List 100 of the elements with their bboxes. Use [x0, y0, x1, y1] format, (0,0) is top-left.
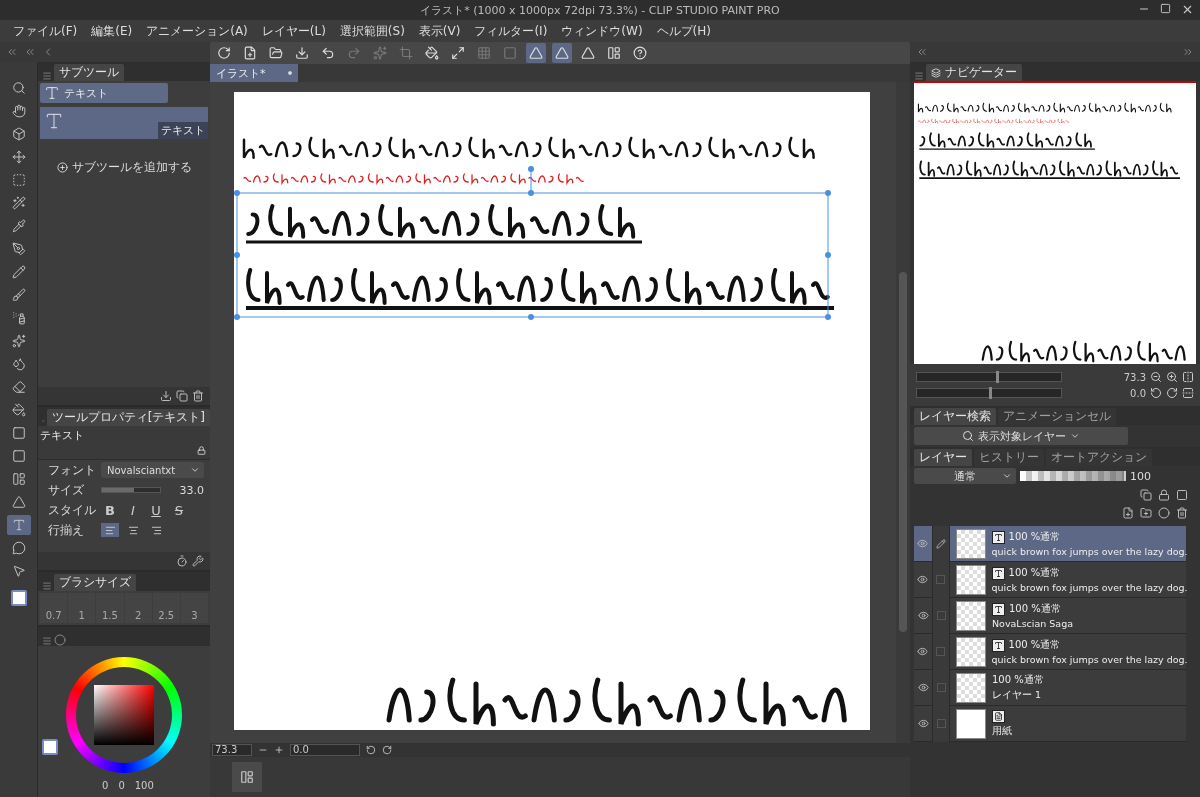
chevron-down-icon[interactable]	[1070, 431, 1080, 441]
brush-size-preset[interactable]: 2.5	[152, 593, 180, 623]
flip-icon[interactable]	[1182, 371, 1194, 383]
new-folder-icon[interactable]	[1140, 507, 1152, 519]
tool-button[interactable]	[6, 515, 31, 535]
zoom-out-icon[interactable]	[1150, 371, 1162, 383]
square-icon[interactable]	[1176, 489, 1188, 501]
checkbox[interactable]	[936, 575, 946, 584]
menu-item[interactable]: 表示(V)	[411, 22, 468, 40]
scrollbar-thumb[interactable]	[899, 272, 907, 632]
rotate-left-icon[interactable]	[366, 745, 376, 755]
zoom-field[interactable]: 73.3	[212, 744, 252, 756]
dot-icon[interactable]	[288, 71, 292, 75]
menu-item[interactable]: アニメーション(A)	[139, 22, 255, 40]
magic-wand-icon[interactable]	[11, 196, 26, 210]
magnifier-icon[interactable]	[11, 81, 26, 95]
size-slider[interactable]	[101, 487, 161, 493]
menu-item[interactable]: ウィンドウ(W)	[554, 22, 650, 40]
rotate-left-icon[interactable]	[1150, 387, 1162, 399]
menu-item[interactable]: レイヤー(L)	[254, 22, 333, 40]
trash-icon[interactable]	[1176, 507, 1188, 519]
panel-tab[interactable]: ヒストリー	[974, 449, 1044, 466]
tool-property-tab[interactable]: ツールプロパティ[テキスト]	[46, 409, 210, 426]
zoom-slider[interactable]	[916, 372, 1062, 382]
angle-field[interactable]: 0.0	[290, 744, 360, 756]
flip-icon[interactable]	[1182, 387, 1194, 399]
text-icon[interactable]	[11, 518, 26, 532]
chevron-down-icon[interactable]	[190, 465, 200, 475]
lock-icon[interactable]	[1158, 489, 1170, 501]
navigator-preview[interactable]	[914, 81, 1196, 364]
layer-row[interactable]: 100 %通常 quick brown fox jumps over the lazy dog.	[914, 562, 1186, 598]
hand-icon[interactable]	[11, 104, 26, 118]
layer-row[interactable]: 用紙	[914, 706, 1186, 742]
panel-layout-icon[interactable]	[240, 770, 254, 784]
zoom-in-icon[interactable]	[274, 745, 284, 755]
timeline-button[interactable]	[232, 762, 262, 792]
menu-item[interactable]: ヘルプ(H)	[649, 22, 718, 40]
move-arrows-icon[interactable]	[11, 150, 26, 164]
brush-size-preset[interactable]: 1.5	[96, 593, 124, 623]
speech-bubble-icon[interactable]	[11, 541, 26, 555]
wrench-icon[interactable]	[192, 555, 204, 567]
collapse-icon[interactable]	[24, 46, 36, 58]
pencil-icon[interactable]	[11, 265, 26, 279]
subtool-tab[interactable]: サブツール	[54, 64, 124, 81]
brush-size-preset[interactable]: 3	[180, 593, 209, 623]
canvas-tab[interactable]: イラスト*	[210, 64, 298, 82]
selection-frame[interactable]	[234, 166, 831, 320]
collapse-icon[interactable]	[6, 46, 18, 58]
menu-item[interactable]: 選択範囲(S)	[332, 22, 412, 40]
rotate-slider[interactable]	[916, 388, 1062, 398]
checkbox[interactable]	[936, 647, 946, 656]
checkbox[interactable]	[936, 683, 946, 692]
subtool-preset[interactable]: テキスト	[40, 107, 208, 139]
blend-mode-select[interactable]: 通常	[914, 468, 1016, 484]
paint-bucket-icon[interactable]	[11, 403, 26, 417]
menu-item[interactable]: 編集(E)	[84, 22, 140, 40]
panel-tab[interactable]: アニメーションセル	[998, 408, 1116, 425]
cube-icon[interactable]	[11, 127, 26, 141]
underline-button[interactable]: U	[147, 502, 165, 518]
layer-row[interactable]: 100 %通常 NovaLscian Saga	[914, 598, 1186, 634]
clip-icon[interactable]	[1140, 489, 1152, 501]
main-color-swatch[interactable]	[10, 590, 27, 606]
menu-item[interactable]: フィルター(I)	[467, 22, 555, 40]
layer-row[interactable]: 100 %通常 quick brown fox jumps over the lazy dog.	[914, 526, 1186, 562]
rotate-right-icon[interactable]	[1166, 387, 1178, 399]
zoom-in-icon[interactable]	[1166, 371, 1178, 383]
dashed-rectangle-icon[interactable]	[11, 173, 26, 187]
layers-icon[interactable]	[931, 67, 941, 78]
brush-size-tab[interactable]: ブラシサイズ	[54, 574, 136, 591]
duplicate-icon[interactable]	[176, 390, 188, 402]
navigator-tab[interactable]: ナビゲーター	[926, 64, 1022, 81]
layer-row[interactable]: 100 %通常 レイヤー 1	[914, 670, 1186, 706]
font-select[interactable]: Novalsciantxt	[101, 462, 204, 478]
eraser-icon[interactable]	[11, 380, 26, 394]
triangle-icon[interactable]	[11, 495, 26, 509]
panel-tab[interactable]: レイヤー検索	[914, 408, 996, 425]
brush-size-preset[interactable]: 0.7	[40, 593, 68, 623]
brush-size-preset[interactable]: 1	[68, 593, 96, 623]
close-icon[interactable]	[1181, 3, 1194, 16]
strike-button[interactable]: S	[170, 502, 188, 518]
italic-button[interactable]: I	[124, 502, 142, 518]
circle-icon[interactable]	[1158, 507, 1170, 519]
spray-can-icon[interactable]	[11, 311, 26, 325]
layer-filter-select[interactable]: 表示対象レイヤー	[914, 427, 1128, 445]
sparkles-icon[interactable]	[11, 334, 26, 348]
square-icon[interactable]	[11, 426, 26, 440]
maximize-icon[interactable]	[1160, 3, 1171, 14]
collapse-icon[interactable]	[916, 46, 928, 58]
lock-icon[interactable]	[197, 446, 206, 455]
import-icon[interactable]	[160, 390, 172, 402]
checkbox[interactable]	[936, 611, 946, 620]
square-icon[interactable]	[11, 449, 26, 463]
droplets-icon[interactable]	[11, 357, 26, 371]
new-layer-icon[interactable]	[1122, 507, 1134, 519]
panel-tab[interactable]: オートアクション	[1046, 449, 1152, 466]
circle-icon[interactable]	[54, 634, 66, 646]
brush-icon[interactable]	[11, 288, 26, 302]
opacity-slider[interactable]	[1020, 471, 1126, 481]
search-icon[interactable]	[962, 430, 974, 442]
cursor-icon[interactable]	[11, 564, 26, 578]
